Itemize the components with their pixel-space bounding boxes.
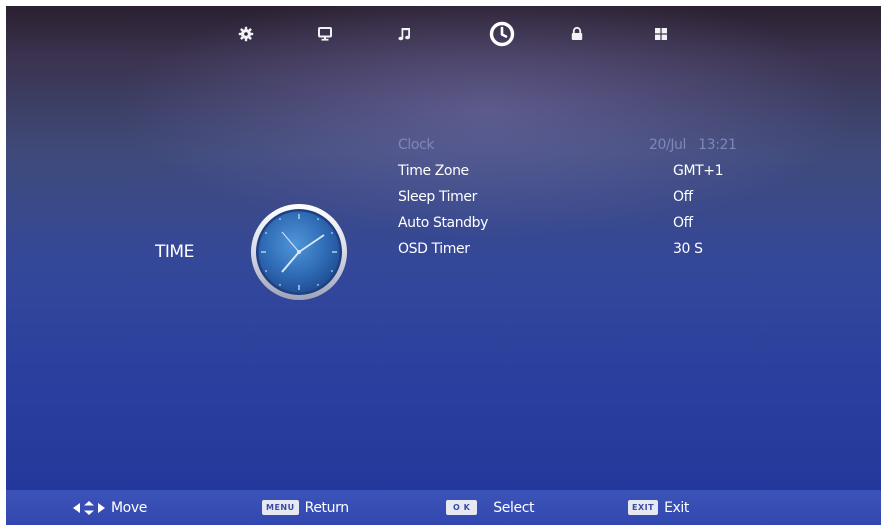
tab-picture[interactable] [232,20,260,48]
tab-screen[interactable] [311,20,339,48]
setting-sleep-timer[interactable]: Sleep Timer Off [398,185,788,211]
setting-value: 30 S [673,241,703,257]
tv-osd-screen: TIME Clock 20/Jul 13:21 Time Zone GMT+1 … [6,6,881,525]
hint-return: MENU Return [262,490,349,525]
hint-exit: EXIT Exit [628,490,689,525]
monitor-icon [318,27,332,41]
hint-select: O K Select [446,490,534,525]
setting-value: Off [673,189,693,205]
analog-clock-icon [251,204,347,300]
setting-label: Clock [398,137,435,153]
hint-move: Move [72,490,147,525]
tab-sound[interactable] [391,20,419,48]
lock-icon [571,26,583,40]
setting-label: OSD Timer [398,241,470,257]
ok-key-badge: O K [446,500,478,515]
grid-icon [655,28,667,40]
time-settings-list: Clock 20/Jul 13:21 Time Zone GMT+1 Sleep… [398,133,788,263]
hint-exit-label: Exit [664,499,689,516]
exit-key-badge: EXIT [628,500,659,515]
setting-osd-timer[interactable]: OSD Timer 30 S [398,237,788,263]
menu-key-badge: MENU [262,500,299,515]
tab-setup[interactable] [647,20,675,48]
setting-value: GMT+1 [673,163,724,179]
tab-time[interactable] [488,20,516,48]
setting-value: 20/Jul 13:21 [649,137,737,153]
hint-move-label: Move [111,499,147,516]
tab-lock[interactable] [563,20,591,48]
setting-value: Off [673,215,693,231]
setting-label: Time Zone [398,163,469,179]
key-hint-bar: Move MENU Return O K Select EXIT Exit [6,490,881,525]
arrows-icon [73,500,105,515]
music-note-icon [398,28,410,41]
setting-clock: Clock 20/Jul 13:21 [398,133,788,159]
hint-return-label: Return [304,499,349,516]
clock-icon [489,21,515,47]
setting-label: Auto Standby [398,215,489,231]
gear-icon [238,26,254,42]
setting-auto-standby[interactable]: Auto Standby Off [398,211,788,237]
hint-select-label: Select [493,499,535,516]
section-title: TIME [155,242,194,262]
menu-tab-bar [6,6,881,62]
setting-label: Sleep Timer [398,189,477,205]
setting-time-zone[interactable]: Time Zone GMT+1 [398,159,788,185]
